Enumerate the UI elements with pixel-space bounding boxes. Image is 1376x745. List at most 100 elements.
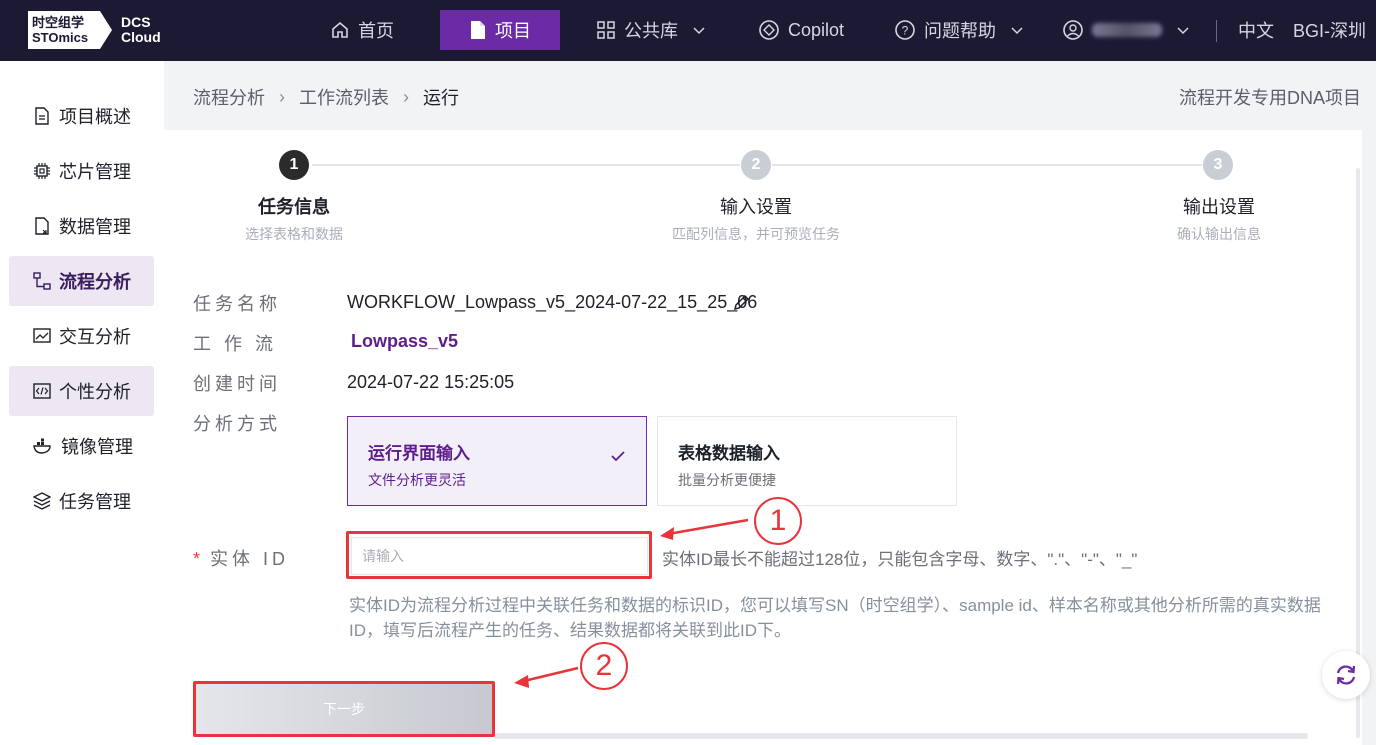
sidebar-item-label: 交互分析 <box>59 327 131 347</box>
chevron-down-icon <box>1177 27 1189 35</box>
sidebar-item-chip[interactable]: 芯片管理 <box>9 146 154 196</box>
product-line1: DCS <box>121 14 151 30</box>
file-icon <box>471 21 485 39</box>
top-navigation-bar: 时空组学 STOmics DCS Cloud 首页 项目 公共库 Copilot… <box>0 0 1376 61</box>
nav-home[interactable]: 首页 <box>318 10 406 50</box>
sidebar-item-data[interactable]: 数据管理 <box>9 201 154 251</box>
region-switch[interactable]: BGI-深圳 <box>1281 10 1366 50</box>
refresh-button[interactable] <box>1322 651 1370 699</box>
nav-copilot[interactable]: Copilot <box>746 10 856 50</box>
nav-project[interactable]: 项目 <box>440 10 560 50</box>
document-icon <box>35 107 49 125</box>
nav-home-label: 首页 <box>358 21 394 41</box>
breadcrumb: 流程分析 › 工作流列表 › 运行 <box>193 84 459 110</box>
callout-1-marker: 1 <box>754 497 802 545</box>
product-name: DCS Cloud <box>121 15 161 45</box>
entity-id-label-text: 实体 ID <box>210 549 290 569</box>
mode-option-table-input[interactable]: 表格数据输入 批量分析更便捷 <box>657 416 957 506</box>
breadcrumb-workflow-analysis[interactable]: 流程分析 <box>193 84 265 110</box>
project-name: 流程开发专用DNA项目 <box>1178 88 1361 108</box>
docker-icon <box>33 438 51 454</box>
check-icon <box>611 451 625 462</box>
breadcrumb-workflow-list[interactable]: 工作流列表 <box>299 84 389 110</box>
entity-id-hint: 实体ID最长不能超过128位，只能包含字母、数字、"."、"-"、"_" <box>662 550 1138 569</box>
nav-user-menu[interactable] <box>1050 10 1202 50</box>
nav-help[interactable]: ? 问题帮助 <box>882 10 1036 50</box>
next-step-button[interactable]: 下一步 <box>196 684 492 734</box>
sidebar-item-workflow[interactable]: 流程分析 <box>9 256 154 306</box>
entity-id-input[interactable] <box>351 537 648 575</box>
interactive-icon <box>33 328 51 343</box>
logo-cn-text: 时空组学 <box>32 15 85 30</box>
step-3-indicator: 3 <box>1203 150 1233 180</box>
task-name-label: 任务名称 <box>193 294 281 314</box>
analysis-mode-label: 分析方式 <box>193 414 281 434</box>
grid-icon <box>597 21 615 39</box>
sidebar-item-label: 镜像管理 <box>61 437 133 457</box>
step-3-subtitle: 确认输出信息 <box>1177 226 1261 242</box>
step-1-indicator: 1 <box>279 150 309 180</box>
step-2-title: 输入设置 <box>720 197 792 217</box>
logo-box: 时空组学 STOmics <box>28 11 112 49</box>
entity-id-label: * 实体 ID <box>193 545 289 571</box>
nav-public-library-label: 公共库 <box>624 21 678 41</box>
sidebar-item-label: 任务管理 <box>59 492 131 512</box>
workflow-link[interactable]: Lowpass_v5 <box>351 331 458 352</box>
layers-icon <box>33 492 51 510</box>
sidebar-item-label: 个性分析 <box>59 382 131 402</box>
chevron-down-icon <box>1011 27 1023 35</box>
mode-option-subtitle: 批量分析更便捷 <box>678 472 776 488</box>
workflow-icon <box>33 272 51 290</box>
sidebar-item-label: 流程分析 <box>59 272 131 292</box>
mode-option-ui-input[interactable]: 运行界面输入 文件分析更灵活 <box>347 416 647 506</box>
step-2-indicator: 2 <box>741 150 771 180</box>
nav-project-label: 项目 <box>495 21 531 41</box>
refresh-icon <box>1336 665 1356 685</box>
pencil-edit-icon[interactable] <box>732 292 752 312</box>
task-name-value: WORKFLOW_Lowpass_v5_2024-07-22_15_25_06 <box>347 292 758 312</box>
code-icon <box>33 383 51 399</box>
product-line2: Cloud <box>121 29 161 45</box>
username-redacted <box>1092 23 1162 37</box>
breadcrumb-separator-icon: › <box>279 86 285 107</box>
language-label: 中文 <box>1238 21 1274 41</box>
region-label: BGI-深圳 <box>1293 21 1367 41</box>
sidebar-item-custom[interactable]: 个性分析 <box>9 366 154 416</box>
user-avatar-icon <box>1063 20 1083 40</box>
logo-en-text: STOmics <box>32 30 89 45</box>
step-2-subtitle: 匹配列信息，并可预览任务 <box>672 226 840 242</box>
sidebar-item-label: 项目概述 <box>59 107 131 127</box>
file-data-icon <box>35 217 49 235</box>
breadcrumb-separator-icon: › <box>403 86 409 107</box>
home-icon <box>332 21 348 38</box>
language-switch[interactable]: 中文 <box>1226 10 1286 50</box>
nav-copilot-label: Copilot <box>788 19 845 40</box>
stomics-logo[interactable]: 时空组学 STOmics DCS Cloud <box>28 11 168 51</box>
question-icon: ? <box>895 20 915 40</box>
mode-option-title: 表格数据输入 <box>678 444 780 463</box>
breadcrumb-current: 运行 <box>423 88 459 108</box>
logo-chevron <box>100 11 112 49</box>
entity-id-description: 实体ID为流程分析过程中关联任务和数据的标识ID，您可以填写SN（时空组学）、s… <box>349 596 1321 640</box>
sidebar-item-label: 芯片管理 <box>59 162 131 182</box>
nav-public-library[interactable]: 公共库 <box>584 10 718 50</box>
nav-divider <box>1216 20 1217 42</box>
sidebar-item-task[interactable]: 任务管理 <box>9 476 154 526</box>
step-connector <box>312 164 740 166</box>
copilot-icon <box>759 20 779 40</box>
chip-icon <box>34 163 50 179</box>
callout-2-marker: 2 <box>580 642 628 690</box>
svg-text:?: ? <box>902 24 909 38</box>
sidebar-item-overview[interactable]: 项目概述 <box>9 91 154 141</box>
horizontal-scrollbar[interactable] <box>494 733 1308 739</box>
sidebar: 项目概述 芯片管理 数据管理 流程分析 交互分析 个性分析 镜像管理 任务管理 <box>0 61 164 745</box>
sidebar-item-image[interactable]: 镜像管理 <box>9 421 154 471</box>
step-3-title: 输出设置 <box>1183 197 1255 217</box>
sidebar-item-interactive[interactable]: 交互分析 <box>9 311 154 361</box>
created-time-label: 创建时间 <box>193 374 281 394</box>
required-asterisk: * <box>193 549 205 569</box>
nav-help-label: 问题帮助 <box>924 21 996 41</box>
chevron-down-icon <box>693 27 705 35</box>
mode-option-subtitle: 文件分析更灵活 <box>368 472 466 488</box>
mode-option-title: 运行界面输入 <box>368 444 470 463</box>
